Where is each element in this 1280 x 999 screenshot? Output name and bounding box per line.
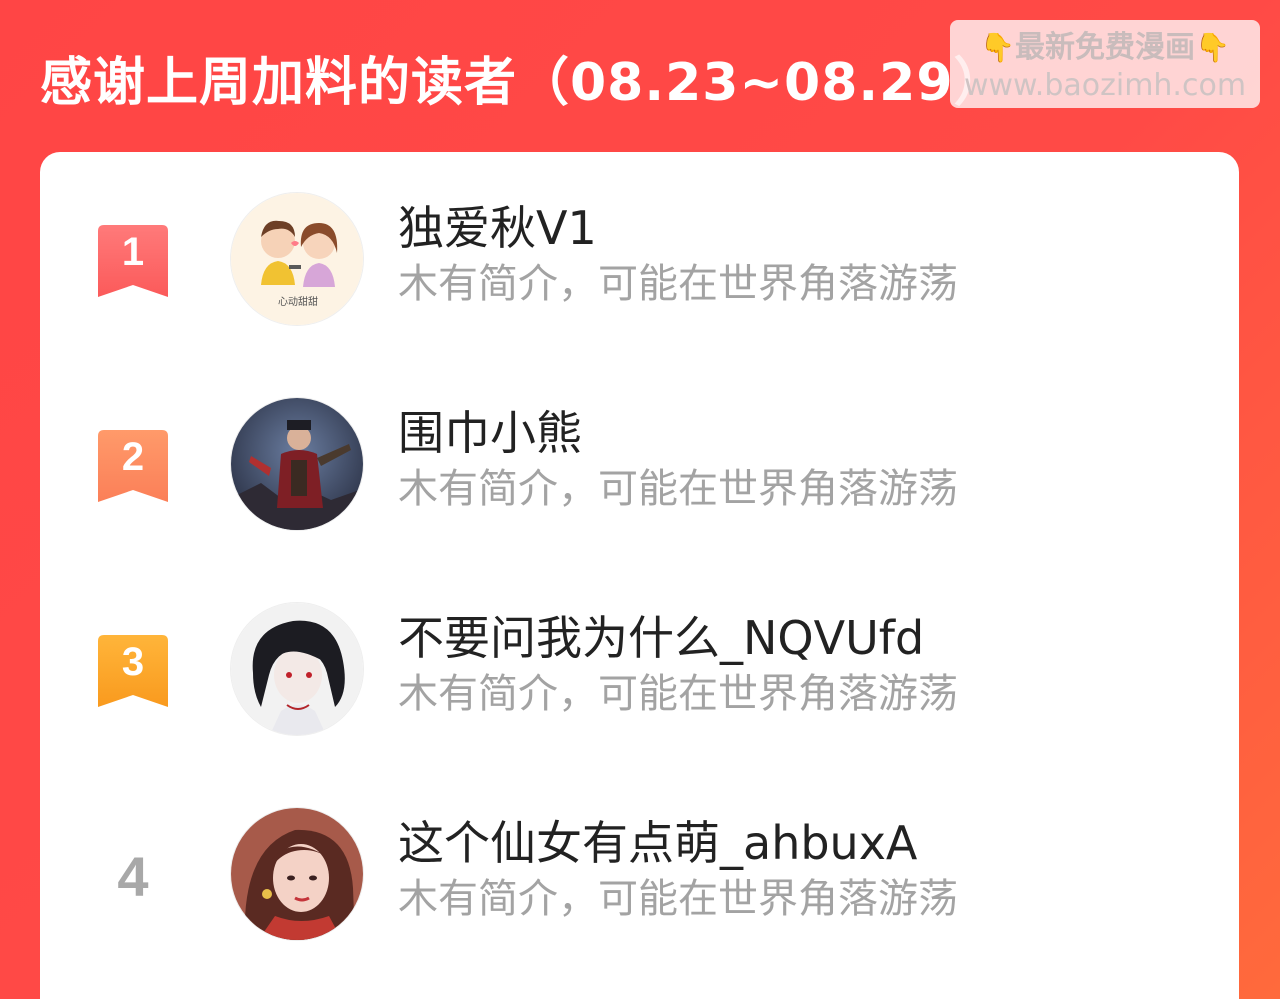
- avatar[interactable]: [230, 397, 364, 531]
- pointing-down-icon: 👇: [1195, 31, 1230, 64]
- watermark-line1: 👇最新免费漫画👇: [950, 28, 1260, 68]
- reader-name[interactable]: 不要问我为什么_NQVUfd: [398, 610, 924, 666]
- rank-badge: 2: [98, 430, 168, 502]
- reader-bio: 木有简介，可能在世界角落游荡: [398, 876, 958, 922]
- reader-row[interactable]: 2 围巾小熊 木有简介，可能在世界角落游荡: [40, 397, 1239, 537]
- watermark-text: 最新免费漫画: [1015, 30, 1195, 65]
- watermark: 👇最新免费漫画👇 www.baozimh.com: [950, 20, 1260, 108]
- rank-number: 4: [117, 845, 149, 908]
- rank-number: 3: [121, 640, 145, 684]
- reader-row[interactable]: 4 这个仙女有点萌_ahbuxA 木有简介，可能在世界角落游荡: [40, 807, 1239, 947]
- reader-name[interactable]: 围巾小熊: [398, 405, 582, 461]
- rank-number: 2: [121, 435, 145, 479]
- reader-row[interactable]: 1 心动甜甜 独爱秋V1 木有简介，可能在世界角落游荡: [40, 192, 1239, 332]
- rank-number: 1: [121, 230, 145, 274]
- avatar[interactable]: 心动甜甜: [230, 192, 364, 326]
- reader-name[interactable]: 这个仙女有点萌_ahbuxA: [398, 815, 917, 871]
- reader-name[interactable]: 独爱秋V1: [398, 200, 597, 256]
- watermark-url: www.baozimh.com: [963, 68, 1247, 103]
- avatar-label: 心动甜甜: [278, 295, 318, 308]
- reader-bio: 木有简介，可能在世界角落游荡: [398, 671, 958, 717]
- reader-bio: 木有简介，可能在世界角落游荡: [398, 261, 958, 307]
- avatar[interactable]: [230, 807, 364, 941]
- avatar[interactable]: [230, 602, 364, 736]
- rank-badge: 1: [98, 225, 168, 297]
- page-title: 感谢上周加料的读者（08.23~08.29）: [40, 53, 1007, 113]
- reader-bio: 木有简介，可能在世界角落游荡: [398, 466, 958, 512]
- rank-badge: 3: [98, 635, 168, 707]
- reader-list-card: 1 心动甜甜 独爱秋V1 木有简介，可能在世界角落游荡 2 围巾小熊 木有简介，…: [40, 152, 1239, 999]
- reader-row[interactable]: 3 不要问我为什么_NQVUfd 木有简介，可能在世界角落游荡: [40, 602, 1239, 742]
- page: 感谢上周加料的读者（08.23~08.29） 👇最新免费漫画👇 www.baoz…: [0, 0, 1280, 999]
- pointing-down-icon: 👇: [980, 31, 1015, 64]
